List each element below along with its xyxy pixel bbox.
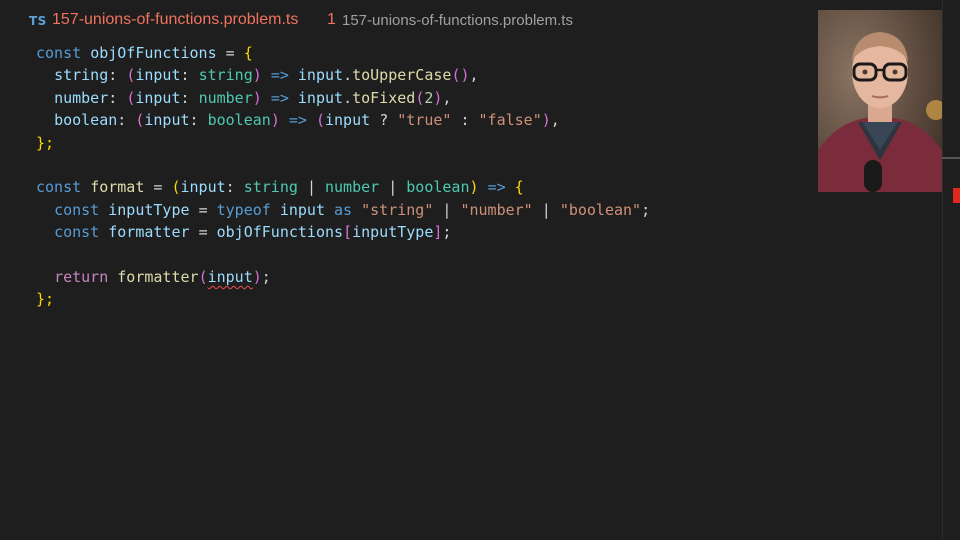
problem-count-badge: 1 <box>327 11 336 28</box>
editor-scrollbar[interactable] <box>942 0 960 540</box>
code-line-3: number: (input: number) => input.toFixed… <box>54 88 452 107</box>
webcam-overlay <box>818 10 942 192</box>
code-line-1: const objOfFunctions = { <box>36 44 253 62</box>
code-line-11: return formatter(input); <box>54 267 271 286</box>
scrollbar-cursor-marker <box>942 157 960 159</box>
code-line-4: boolean: (input: boolean) => (input ? "t… <box>54 111 560 130</box>
code-line-5: }; <box>36 133 55 152</box>
code-line-2: string: (input: string) => input.toUpper… <box>54 66 479 85</box>
type-error-squiggle[interactable]: input <box>208 268 253 286</box>
scrollbar-error-marker <box>953 188 960 203</box>
code-line-8: const inputType = typeof input as "strin… <box>54 200 651 219</box>
active-tab-filename[interactable]: 157-unions-of-functions.problem.ts <box>52 11 298 29</box>
code-line-9: const formatter = objOfFunctions[inputTy… <box>54 223 452 242</box>
code-editor[interactable]: const objOfFunctions = { string: (input:… <box>36 42 650 311</box>
typescript-file-icon: TS <box>29 14 47 28</box>
presenter-video-image <box>818 10 942 192</box>
breadcrumb-path[interactable]: 157-unions-of-functions.problem.ts <box>342 12 573 29</box>
code-line-7: const format = (input: string | number |… <box>36 178 524 197</box>
code-line-12: }; <box>36 290 55 309</box>
editor-tab-bar: TS 157-unions-of-functions.problem.ts 1 … <box>0 0 810 44</box>
